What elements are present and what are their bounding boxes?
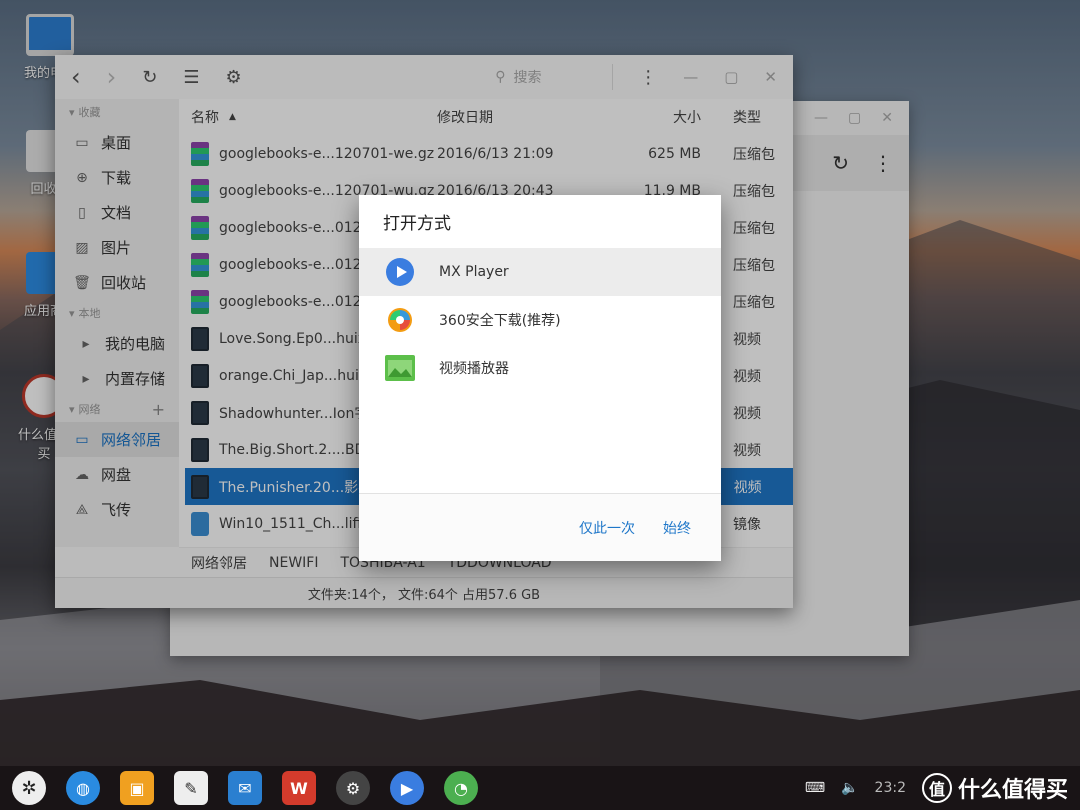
sync-icon[interactable]: ◔ bbox=[444, 771, 478, 805]
360-download-icon bbox=[385, 305, 415, 335]
watermark-text: 什么值得买 bbox=[957, 778, 1068, 803]
wps-icon[interactable]: W bbox=[282, 771, 316, 805]
just-once-button[interactable]: 仅此一次 bbox=[579, 518, 635, 538]
browser-icon[interactable]: ◍ bbox=[66, 771, 100, 805]
option-mx-player[interactable]: MX Player bbox=[359, 248, 721, 296]
taskbar: ✲ ◍ ▣ ✎ ✉ W ⚙ ▶ ◔ ⌨ 🔈 23:2 值 什么值得买 bbox=[0, 766, 1080, 810]
seal-icon: 值 bbox=[921, 773, 952, 803]
dialog-title: 打开方式 bbox=[383, 214, 451, 234]
files-icon[interactable]: ▣ bbox=[120, 771, 154, 805]
volume-icon[interactable]: 🔈 bbox=[841, 780, 858, 796]
always-button[interactable]: 始终 bbox=[663, 518, 691, 538]
mail-icon[interactable]: ✉ bbox=[228, 771, 262, 805]
option-label: MX Player bbox=[439, 264, 509, 280]
option-360-download[interactable]: 360安全下载(推荐) bbox=[359, 296, 721, 344]
dialog-actions: 仅此一次 始终 bbox=[359, 493, 721, 561]
settings-icon[interactable]: ⚙ bbox=[336, 771, 370, 805]
watermark-logo: 值 什么值得买 bbox=[921, 772, 1068, 804]
keyboard-icon[interactable]: ⌨ bbox=[805, 780, 825, 796]
open-with-dialog: 打开方式 MX Player 360安全下载(推荐) 视频播放器 仅此一次 始终 bbox=[359, 195, 721, 561]
option-label: 360安全下载(推荐) bbox=[439, 313, 561, 329]
option-video-player[interactable]: 视频播放器 bbox=[359, 344, 721, 392]
option-label: 视频播放器 bbox=[439, 361, 509, 377]
player-icon[interactable]: ▶ bbox=[390, 771, 424, 805]
start-icon[interactable]: ✲ bbox=[12, 771, 46, 805]
video-player-icon bbox=[385, 353, 415, 383]
notes-icon[interactable]: ✎ bbox=[174, 771, 208, 805]
clock[interactable]: 23:2 bbox=[875, 780, 906, 796]
system-tray: ⌨ 🔈 23:2 值 什么值得买 bbox=[805, 766, 1068, 810]
mx-player-icon bbox=[385, 257, 415, 287]
